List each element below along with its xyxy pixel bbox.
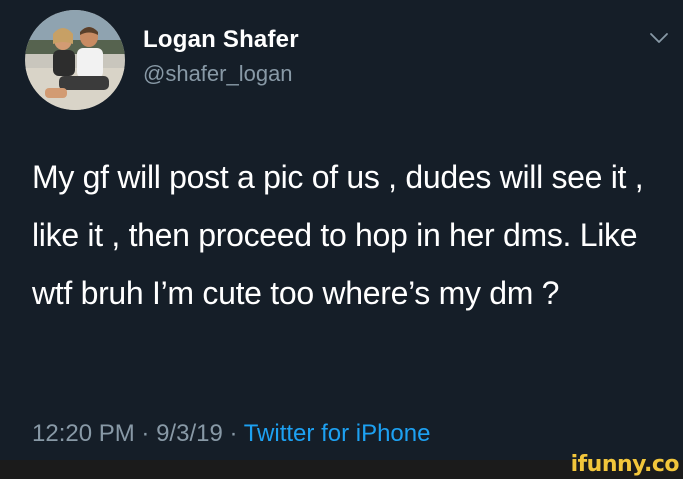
- tweet-card: Logan Shafer @shafer_logan My gf will po…: [0, 0, 683, 460]
- watermark-bar: ifunny.co: [0, 452, 683, 479]
- watermark-logo: ifunny.co: [570, 452, 680, 477]
- author-name[interactable]: Logan Shafer: [143, 26, 299, 54]
- tweet-source-link[interactable]: Twitter for iPhone: [244, 420, 431, 447]
- avatar[interactable]: [25, 10, 125, 110]
- author-handle[interactable]: @shafer_logan: [143, 61, 293, 87]
- meta-separator: ·: [141, 420, 150, 447]
- avatar-photo: [25, 10, 125, 110]
- tweet-text: My gf will post a pic of us , dudes will…: [32, 159, 644, 311]
- tweet-date[interactable]: 9/3/19: [156, 420, 223, 447]
- tweet-time[interactable]: 12:20 PM: [32, 420, 135, 447]
- tweet-meta: 12:20 PM · 9/3/19 · Twitter for iPhone: [32, 420, 430, 448]
- meta-separator: ·: [229, 420, 238, 447]
- chevron-down-icon[interactable]: [648, 30, 670, 46]
